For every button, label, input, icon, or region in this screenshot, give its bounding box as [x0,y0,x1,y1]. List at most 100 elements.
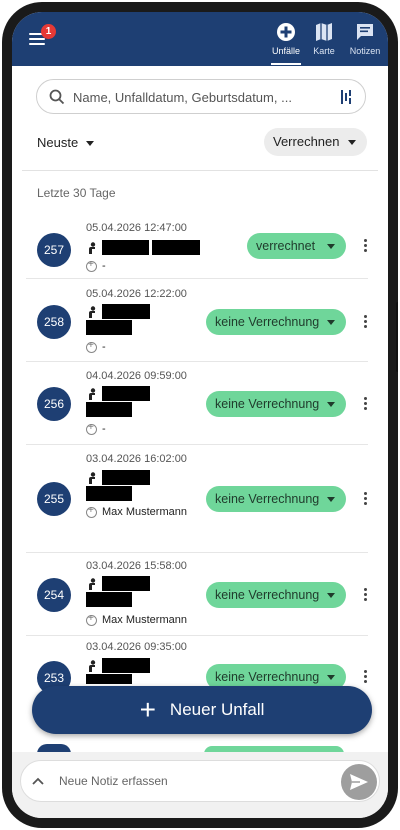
more-options-icon[interactable] [362,670,368,685]
case-row[interactable]: 258 05.04.2026 12:22:00 - keine Verrechn… [26,280,374,362]
search-icon [49,89,65,105]
case-row[interactable]: 257 05.04.2026 12:47:00 - verrechnet [26,216,374,279]
patient-icon [89,660,96,672]
redacted-name [86,486,132,501]
status-label: keine Verrechnung [215,315,320,329]
status-dropdown[interactable]: keine Verrechnung [206,582,346,608]
more-options-icon[interactable] [362,315,368,330]
row-divider [26,552,368,553]
case-number: 257 [37,233,71,267]
divider [22,170,378,171]
doctor-name: - [102,423,106,435]
case-number: 258 [37,305,71,339]
case-number: 254 [37,578,71,612]
row-divider [26,278,368,279]
plus-icon: + [139,694,156,725]
patient-icon [89,242,96,254]
search-input[interactable] [73,86,323,108]
billing-filter-label: Verrechnen [273,134,340,149]
map-icon [316,23,332,41]
redacted-name [102,386,150,401]
status-dropdown[interactable]: keine Verrechnung [206,391,346,417]
chevron-down-icon [327,593,335,598]
section-header: Letzte 30 Tage [37,186,116,200]
nav-tab-label: Karte [313,46,335,56]
case-datetime: 03.04.2026 15:58:00 [86,560,187,572]
chevron-down-icon [327,244,335,249]
redacted-name [86,402,132,417]
sort-dropdown[interactable]: Neuste [37,135,95,150]
more-options-icon[interactable] [362,492,368,507]
active-tab-indicator [271,63,301,65]
case-row[interactable]: 255 03.04.2026 16:02:00 Max Mustermann k… [26,446,374,553]
sort-label: Neuste [37,135,79,150]
note-composer-bar [12,752,388,818]
case-datetime: 03.04.2026 09:35:00 [86,641,187,653]
status-dropdown[interactable]: verrechnet [247,233,346,259]
redacted-name [102,658,150,673]
nav-tab-karte[interactable]: Karte [304,22,344,56]
phone-frame: 1 Unfälle Karte Notizen Name, Unfalldatu… [2,2,398,828]
case-datetime: 03.04.2026 16:02:00 [86,453,187,465]
nav-tab-unfaelle[interactable]: Unfälle [266,22,306,56]
case-number: 256 [37,387,71,421]
chevron-down-icon [327,497,335,502]
patient-icon [89,388,96,400]
note-field[interactable] [20,760,380,802]
redacted-name [86,320,132,335]
case-row[interactable]: 256 04.04.2026 09:59:00 - keine Verrechn… [26,363,374,445]
status-label: keine Verrechnung [215,492,320,506]
case-number: 255 [37,482,71,516]
case-datetime: 05.04.2026 12:22:00 [86,288,187,300]
chevron-down-icon [327,402,335,407]
row-divider [26,635,368,636]
redacted-name [102,240,149,255]
redacted-name [102,304,150,319]
doctor-icon [86,422,97,435]
doctor-name: - [102,260,106,272]
redacted-name [152,240,200,255]
redacted-name [102,576,150,591]
redacted-name [102,470,150,485]
status-label: keine Verrechnung [215,588,320,602]
side-button [396,302,398,372]
barcode-scan-icon[interactable] [341,90,353,104]
nav-tab-label: Unfälle [271,46,300,56]
case-datetime: 04.04.2026 09:59:00 [86,370,187,382]
more-options-icon[interactable] [362,588,368,603]
nav-tab-label: Notizen [349,46,381,56]
more-options-icon[interactable] [362,397,368,412]
doctor-name: - [102,341,106,353]
doctor-icon [86,505,97,518]
search-bar[interactable] [36,79,366,114]
case-datetime: 05.04.2026 12:47:00 [86,222,187,234]
top-navigation-bar: 1 Unfälle Karte Notizen [12,12,388,66]
chevron-down-icon [86,141,95,147]
more-options-icon[interactable] [362,239,368,254]
status-dropdown[interactable]: keine Verrechnung [206,309,346,335]
case-row[interactable]: 254 03.04.2026 15:58:00 Max Mustermann k… [26,554,374,636]
chevron-up-icon[interactable] [31,775,45,787]
redacted-name [86,674,132,684]
patient-icon [89,306,96,318]
note-input[interactable] [59,771,329,791]
plus-circle-icon [277,23,295,41]
send-button[interactable] [341,764,377,800]
status-label: keine Verrechnung [215,397,320,411]
send-icon [350,774,368,790]
status-dropdown[interactable]: keine Verrechnung [206,486,346,512]
billing-filter-dropdown[interactable]: Verrechnen [264,128,367,156]
row-divider [26,444,368,445]
notification-badge: 1 [41,24,56,39]
nav-tab-notizen[interactable]: Notizen [345,22,385,56]
patient-icon [89,578,96,590]
chevron-down-icon [348,140,356,145]
chevron-down-icon [327,320,335,325]
new-accident-button[interactable]: + Neuer Unfall [32,686,372,734]
new-accident-label: Neuer Unfall [169,700,265,719]
status-label: verrechnet [256,239,316,253]
doctor-icon [86,613,97,626]
doctor-icon [86,340,97,353]
doctor-name: Max Mustermann [102,614,187,626]
doctor-name: Max Mustermann [102,506,187,518]
